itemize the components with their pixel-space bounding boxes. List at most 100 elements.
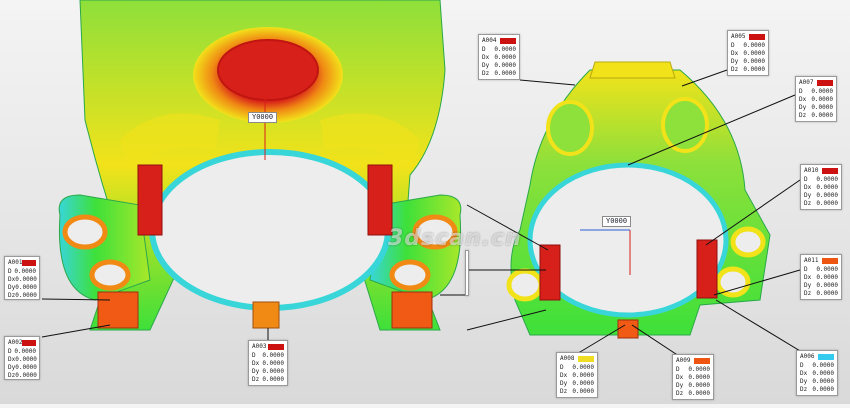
right-part-model [506, 61, 771, 339]
callout-row-value: 0.0000 [572, 380, 594, 387]
callout-row-value: 0.0000 [688, 390, 710, 397]
callout-id: A008 [560, 355, 575, 362]
callout-row-key: Dx [804, 274, 812, 281]
deviation-swatch [822, 168, 838, 174]
callout-row-key: D [731, 42, 735, 49]
callout-c7[interactable]: A007 D 0.0000 Dx 0.0000 Dy 0.0000 Dz 0.0000 [795, 76, 837, 122]
deviation-color-map [41, 0, 816, 361]
callout-row-value: 0.0000 [262, 352, 284, 359]
callout-row: Dz 0.0000 [731, 66, 765, 74]
callout-header: A008 [560, 355, 594, 363]
callout-c10[interactable]: A010 D 0.0000 Dx 0.0000 Dy 0.0000 Dz 0.0000 [800, 164, 842, 210]
callout-row-key: Dy [676, 382, 684, 389]
callout-row: Dz 0.0000 [8, 292, 37, 300]
callout-row-value: 0.0000 [816, 274, 838, 281]
callout-row-key: Dy [804, 192, 812, 199]
callout-row: Dz 0.0000 [804, 290, 838, 298]
callout-row: Dx 0.0000 [560, 372, 594, 380]
callout-row-key: Dy [731, 58, 739, 65]
callout-row: D 0.0000 [799, 88, 833, 96]
callout-row-value: 0.0000 [816, 200, 838, 207]
callout-id: A011 [804, 257, 819, 264]
callout-row: Dy 0.0000 [8, 284, 37, 292]
callout-row-value: 0.0000 [15, 284, 37, 291]
callout-row-key: D [804, 266, 808, 273]
callout-row-key: Dz [8, 292, 16, 299]
callout-id: A010 [804, 167, 819, 174]
callout-header: A001 [8, 259, 36, 267]
callout-row-key: Dx [560, 372, 568, 379]
callout-row: Dz 0.0000 [800, 386, 834, 394]
callout-row-key: Dy [482, 62, 490, 69]
callout-row: Dy 0.0000 [482, 62, 516, 70]
callout-row: D 0.0000 [731, 42, 765, 50]
deviation-swatch [268, 344, 284, 350]
callout-row: Dz 0.0000 [252, 376, 284, 384]
callout-row: Dx 0.0000 [8, 276, 37, 284]
callout-header: A006 [800, 353, 834, 361]
callout-row: Dy 0.0000 [804, 282, 838, 290]
callout-c6[interactable]: A006 D 0.0000 Dx 0.0000 Dy 0.0000 Dz 0.0000 [796, 350, 838, 396]
callout-c12[interactable] [465, 250, 469, 296]
callout-row-value: 0.0000 [494, 54, 516, 61]
callout-header: A011 [804, 257, 838, 265]
callout-row: Dy 0.0000 [560, 380, 594, 388]
callout-row: Dy 0.0000 [731, 58, 765, 66]
callout-row-value: 0.0000 [15, 356, 37, 363]
callout-row-key: Dy [800, 378, 808, 385]
callout-row-key: Dx [804, 184, 812, 191]
callout-id: A001 [8, 259, 23, 266]
callout-row-key: Dz [676, 390, 684, 397]
callout-row-key: Dx [482, 54, 490, 61]
callout-c9[interactable]: A009 D 0.0000 Dx 0.0000 Dy 0.0000 Dz 0.0000 [672, 354, 714, 400]
callout-row-key: D [482, 46, 486, 53]
deviation-swatch [817, 80, 833, 86]
callout-row-key: Dz [800, 386, 808, 393]
callout-header: A010 [804, 167, 838, 175]
callout-row-value: 0.0000 [572, 372, 594, 379]
callout-row-value: 0.0000 [816, 266, 838, 273]
callout-row-key: Dz [731, 66, 739, 73]
callout-row: D 0.0000 [800, 362, 834, 370]
callout-row-key: D [800, 362, 804, 369]
deviation-swatch [500, 38, 516, 44]
callout-row-value: 0.0000 [816, 282, 838, 289]
callout-row-value: 0.0000 [494, 46, 516, 53]
callout-c11[interactable]: A011 D 0.0000 Dx 0.0000 Dy 0.0000 Dz 0.0000 [800, 254, 842, 300]
callout-row-key: Dz [804, 200, 812, 207]
watermark-text: 3dscan.cn [388, 226, 522, 251]
callout-row: Dx 0.0000 [8, 356, 37, 364]
callout-row-key: Dx [8, 356, 16, 363]
callout-row-key: Dy [8, 284, 16, 291]
callout-row-key: D [252, 352, 256, 359]
callout-row: D 0.0000 [676, 366, 710, 374]
callout-row-value: 0.0000 [15, 372, 37, 379]
callout-c5[interactable]: A005 D 0.0000 Dx 0.0000 Dy 0.0000 Dz 0.0000 [727, 30, 769, 76]
callout-row-value: 0.0000 [816, 176, 838, 183]
callout-row-value: 0.0000 [494, 62, 516, 69]
callout-row: Dx 0.0000 [799, 96, 833, 104]
callout-row: D 0.0000 [252, 352, 284, 360]
deviation-swatch [749, 34, 765, 40]
callout-c1[interactable]: A001 D 0.0000 Dx 0.0000 Dy 0.0000 Dz 0.0000 [4, 256, 40, 300]
callout-c8[interactable]: A008 D 0.0000 Dx 0.0000 Dy 0.0000 Dz 0.0000 [556, 352, 598, 398]
deviation-swatch [578, 356, 594, 362]
callout-row-key: Dz [8, 372, 16, 379]
callout-row-key: D [8, 348, 12, 355]
callout-row: D 0.0000 [8, 268, 36, 276]
deviation-swatch [818, 354, 834, 360]
callout-row-value: 0.0000 [816, 192, 838, 199]
callout-c2[interactable]: A002 D 0.0000 Dx 0.0000 Dy 0.0000 Dz 0.0000 [4, 336, 40, 380]
callout-id: A002 [8, 339, 23, 346]
callout-c3[interactable]: A003 D 0.0000 Dx 0.0000 Dy 0.0000 Dz 0.0000 [248, 340, 288, 386]
3d-viewport[interactable]: Y0000 Y0000 3dscan.cn A001 D 0.0000 Dx 0.000… [0, 0, 850, 404]
callout-row-value: 0.0000 [743, 66, 765, 73]
callout-row: Dx 0.0000 [804, 274, 838, 282]
callout-row-value: 0.0000 [811, 88, 833, 95]
callout-c4[interactable]: A004 D 0.0000 Dx 0.0000 Dy 0.0000 Dz 0.0000 [478, 34, 520, 80]
callout-row: Dx 0.0000 [676, 374, 710, 382]
callout-row: Dy 0.0000 [799, 104, 833, 112]
deviation-swatch [22, 340, 36, 346]
callout-row-value: 0.0000 [743, 50, 765, 57]
callout-row-key: Dx [676, 374, 684, 381]
